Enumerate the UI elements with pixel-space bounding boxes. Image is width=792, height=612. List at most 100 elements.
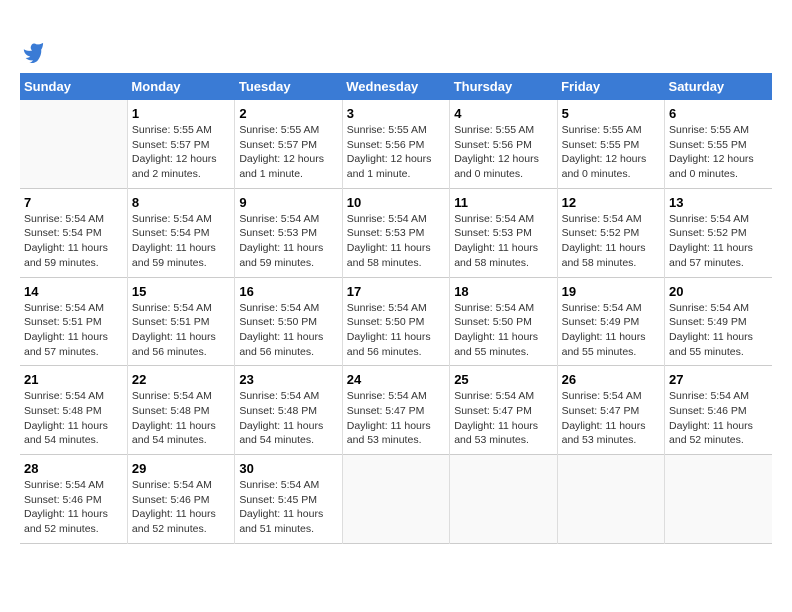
- day-number: 12: [562, 195, 660, 210]
- calendar-cell: 11 Sunrise: 5:54 AMSunset: 5:53 PMDayligh…: [450, 188, 557, 277]
- calendar-week-row: 14 Sunrise: 5:54 AMSunset: 5:51 PMDayligh…: [20, 277, 772, 366]
- calendar-cell: 26 Sunrise: 5:54 AMSunset: 5:47 PMDayligh…: [557, 366, 664, 455]
- calendar-cell: 23Sunrise: 5:54 AMSunset: 5:48 PMDayligh…: [235, 366, 342, 455]
- day-number: 3: [347, 106, 445, 121]
- calendar-cell: [557, 455, 664, 544]
- calendar-cell: 13Sunrise: 5:54 AMSunset: 5:52 PMDayligh…: [665, 188, 772, 277]
- weekday-header-tuesday: Tuesday: [235, 73, 342, 100]
- day-number: 30: [239, 461, 337, 476]
- calendar-cell: 27 Sunrise: 5:54 AMSunset: 5:46 PMDayligh…: [665, 366, 772, 455]
- day-number: 9: [239, 195, 337, 210]
- day-number: 8: [132, 195, 230, 210]
- calendar-header: SundayMondayTuesdayWednesdayThursdayFrid…: [20, 73, 772, 100]
- day-number: 16: [239, 284, 337, 299]
- calendar-week-row: 1 Sunrise: 5:55 AMSunset: 5:57 PMDaylight…: [20, 100, 772, 188]
- day-info: Sunrise: 5:54 AMSunset: 5:51 PMDaylight:…: [24, 301, 123, 360]
- day-info: Sunrise: 5:54 AMSunset: 5:53 PMDaylight:…: [239, 212, 337, 271]
- weekday-header-wednesday: Wednesday: [342, 73, 449, 100]
- calendar-cell: 4Sunrise: 5:55 AMSunset: 5:56 PMDaylight…: [450, 100, 557, 188]
- day-info: Sunrise: 5:54 AMSunset: 5:50 PMDaylight:…: [239, 301, 337, 360]
- day-info: Sunrise: 5:55 AMSunset: 5:57 PMDaylight:…: [132, 123, 230, 182]
- calendar-cell: 15 Sunrise: 5:54 AMSunset: 5:51 PMDayligh…: [127, 277, 234, 366]
- day-number: 14: [24, 284, 123, 299]
- day-number: 2: [239, 106, 337, 121]
- day-info: Sunrise: 5:54 AMSunset: 5:48 PMDaylight:…: [239, 389, 337, 448]
- day-info: Sunrise: 5:54 AMSunset: 5:53 PMDaylight:…: [454, 212, 552, 271]
- calendar-cell: 20Sunrise: 5:54 AMSunset: 5:49 PMDayligh…: [665, 277, 772, 366]
- calendar-body: 1 Sunrise: 5:55 AMSunset: 5:57 PMDaylight…: [20, 100, 772, 543]
- day-info: Sunrise: 5:54 AMSunset: 5:48 PMDaylight:…: [24, 389, 123, 448]
- calendar-cell: 5 Sunrise: 5:55 AMSunset: 5:55 PMDaylight…: [557, 100, 664, 188]
- weekday-header-sunday: Sunday: [20, 73, 127, 100]
- calendar-cell: 25 Sunrise: 5:54 AMSunset: 5:47 PMDayligh…: [450, 366, 557, 455]
- day-number: 15: [132, 284, 230, 299]
- day-info: Sunrise: 5:55 AMSunset: 5:56 PMDaylight:…: [454, 123, 552, 182]
- calendar-cell: 30 Sunrise: 5:54 AMSunset: 5:45 PMDayligh…: [235, 455, 342, 544]
- day-number: 29: [132, 461, 230, 476]
- calendar-cell: [665, 455, 772, 544]
- calendar-cell: 8 Sunrise: 5:54 AMSunset: 5:54 PMDaylight…: [127, 188, 234, 277]
- weekday-header-friday: Friday: [557, 73, 664, 100]
- bird-icon: [22, 41, 44, 63]
- day-info: Sunrise: 5:54 AMSunset: 5:47 PMDaylight:…: [562, 389, 660, 448]
- day-info: Sunrise: 5:54 AMSunset: 5:51 PMDaylight:…: [132, 301, 230, 360]
- calendar-cell: 28 Sunrise: 5:54 AMSunset: 5:46 PMDayligh…: [20, 455, 127, 544]
- calendar-week-row: 21 Sunrise: 5:54 AMSunset: 5:48 PMDayligh…: [20, 366, 772, 455]
- calendar-cell: 3 Sunrise: 5:55 AMSunset: 5:56 PMDaylight…: [342, 100, 449, 188]
- day-number: 22: [132, 372, 230, 387]
- day-number: 1: [132, 106, 230, 121]
- calendar-cell: 2 Sunrise: 5:55 AMSunset: 5:57 PMDaylight…: [235, 100, 342, 188]
- calendar-cell: 29 Sunrise: 5:54 AMSunset: 5:46 PMDayligh…: [127, 455, 234, 544]
- day-number: 28: [24, 461, 123, 476]
- calendar-cell: 10 Sunrise: 5:54 AMSunset: 5:53 PMDayligh…: [342, 188, 449, 277]
- day-number: 5: [562, 106, 660, 121]
- day-info: Sunrise: 5:54 AMSunset: 5:49 PMDaylight:…: [669, 301, 768, 360]
- calendar-cell: 12 Sunrise: 5:54 AMSunset: 5:52 PMDayligh…: [557, 188, 664, 277]
- day-info: Sunrise: 5:54 AMSunset: 5:46 PMDaylight:…: [24, 478, 123, 537]
- day-info: Sunrise: 5:55 AMSunset: 5:55 PMDaylight:…: [669, 123, 768, 182]
- calendar-cell: 6 Sunrise: 5:55 AMSunset: 5:55 PMDaylight…: [665, 100, 772, 188]
- weekday-header-saturday: Saturday: [665, 73, 772, 100]
- weekday-header-thursday: Thursday: [450, 73, 557, 100]
- day-number: 25: [454, 372, 552, 387]
- day-info: Sunrise: 5:54 AMSunset: 5:45 PMDaylight:…: [239, 478, 337, 537]
- calendar-cell: [20, 100, 127, 188]
- calendar-cell: 18 Sunrise: 5:54 AMSunset: 5:50 PMDayligh…: [450, 277, 557, 366]
- day-number: 17: [347, 284, 445, 299]
- calendar-cell: 14 Sunrise: 5:54 AMSunset: 5:51 PMDayligh…: [20, 277, 127, 366]
- day-info: Sunrise: 5:54 AMSunset: 5:52 PMDaylight:…: [669, 212, 768, 271]
- day-info: Sunrise: 5:54 AMSunset: 5:47 PMDaylight:…: [347, 389, 445, 448]
- calendar-cell: 19 Sunrise: 5:54 AMSunset: 5:49 PMDayligh…: [557, 277, 664, 366]
- calendar-cell: 9 Sunrise: 5:54 AMSunset: 5:53 PMDaylight…: [235, 188, 342, 277]
- calendar-cell: [450, 455, 557, 544]
- calendar-week-row: 28 Sunrise: 5:54 AMSunset: 5:46 PMDayligh…: [20, 455, 772, 544]
- day-number: 6: [669, 106, 768, 121]
- day-info: Sunrise: 5:54 AMSunset: 5:54 PMDaylight:…: [132, 212, 230, 271]
- day-info: Sunrise: 5:54 AMSunset: 5:49 PMDaylight:…: [562, 301, 660, 360]
- calendar-cell: 21 Sunrise: 5:54 AMSunset: 5:48 PMDayligh…: [20, 366, 127, 455]
- day-number: 26: [562, 372, 660, 387]
- day-info: Sunrise: 5:54 AMSunset: 5:53 PMDaylight:…: [347, 212, 445, 271]
- day-info: Sunrise: 5:55 AMSunset: 5:55 PMDaylight:…: [562, 123, 660, 182]
- day-info: Sunrise: 5:54 AMSunset: 5:46 PMDaylight:…: [669, 389, 768, 448]
- day-number: 11: [454, 195, 552, 210]
- weekday-header-monday: Monday: [127, 73, 234, 100]
- day-info: Sunrise: 5:54 AMSunset: 5:48 PMDaylight:…: [132, 389, 230, 448]
- day-info: Sunrise: 5:54 AMSunset: 5:54 PMDaylight:…: [24, 212, 123, 271]
- day-info: Sunrise: 5:55 AMSunset: 5:56 PMDaylight:…: [347, 123, 445, 182]
- day-info: Sunrise: 5:54 AMSunset: 5:52 PMDaylight:…: [562, 212, 660, 271]
- day-number: 18: [454, 284, 552, 299]
- day-number: 27: [669, 372, 768, 387]
- day-info: Sunrise: 5:54 AMSunset: 5:46 PMDaylight:…: [132, 478, 230, 537]
- calendar-cell: [342, 455, 449, 544]
- calendar-cell: 7Sunrise: 5:54 AMSunset: 5:54 PMDaylight…: [20, 188, 127, 277]
- day-number: 24: [347, 372, 445, 387]
- calendar-cell: 16 Sunrise: 5:54 AMSunset: 5:50 PMDayligh…: [235, 277, 342, 366]
- day-info: Sunrise: 5:54 AMSunset: 5:47 PMDaylight:…: [454, 389, 552, 448]
- day-number: 10: [347, 195, 445, 210]
- day-info: Sunrise: 5:54 AMSunset: 5:50 PMDaylight:…: [454, 301, 552, 360]
- day-info: Sunrise: 5:55 AMSunset: 5:57 PMDaylight:…: [239, 123, 337, 182]
- day-number: 19: [562, 284, 660, 299]
- day-number: 21: [24, 372, 123, 387]
- calendar-cell: 1 Sunrise: 5:55 AMSunset: 5:57 PMDaylight…: [127, 100, 234, 188]
